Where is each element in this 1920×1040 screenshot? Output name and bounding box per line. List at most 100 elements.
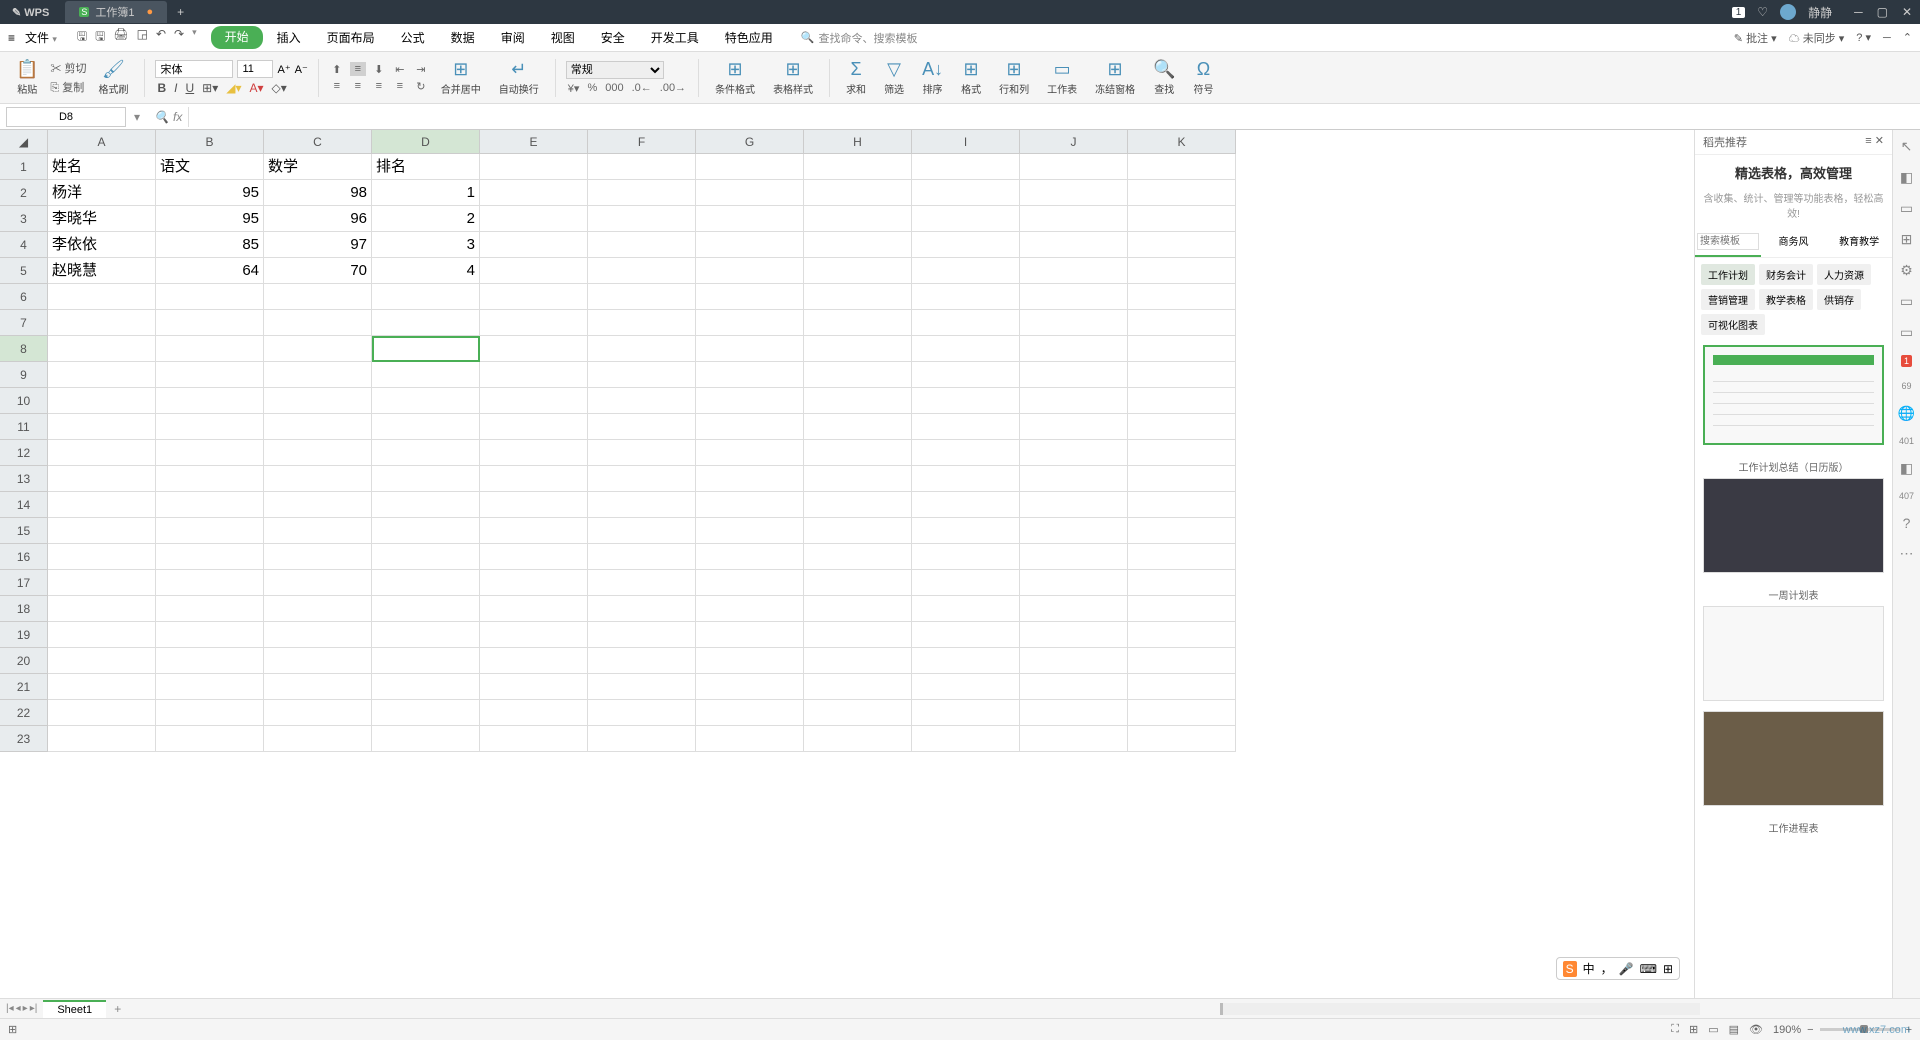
cell-K8[interactable] [1128,336,1236,362]
align-middle-icon[interactable]: ≡ [350,62,366,76]
cell-I23[interactable] [912,726,1020,752]
cell-D8[interactable] [372,336,480,362]
cell-A20[interactable] [48,648,156,674]
row-header-6[interactable]: 6 [0,284,48,310]
row-header-23[interactable]: 23 [0,726,48,752]
cell-F11[interactable] [588,414,696,440]
increase-font-icon[interactable]: A⁺ [277,63,290,76]
cell-F16[interactable] [588,544,696,570]
cell-A15[interactable] [48,518,156,544]
decimal-decr-icon[interactable]: .00→ [658,82,688,94]
cell-K11[interactable] [1128,414,1236,440]
font-color-button[interactable]: A▾ [248,81,266,95]
cell-B5[interactable]: 64 [156,258,264,284]
app-icon[interactable]: ▭ [1900,324,1913,341]
cell-E3[interactable] [480,206,588,232]
cell-H3[interactable] [804,206,912,232]
cell-F5[interactable] [588,258,696,284]
row-header-22[interactable]: 22 [0,700,48,726]
help-icon[interactable]: ? ▾ [1856,31,1871,44]
sort-button[interactable]: A↓排序 [916,57,949,98]
clear-format-button[interactable]: ◇▾ [270,81,289,95]
cell-J11[interactable] [1020,414,1128,440]
cell-I17[interactable] [912,570,1020,596]
row-header-7[interactable]: 7 [0,310,48,336]
cell-J17[interactable] [1020,570,1128,596]
cell-J5[interactable] [1020,258,1128,284]
cell-C1[interactable]: 数学 [264,154,372,180]
format-button[interactable]: ⊞格式 [955,57,987,98]
cell-I11[interactable] [912,414,1020,440]
cell-C19[interactable] [264,622,372,648]
cell-B20[interactable] [156,648,264,674]
cell-J20[interactable] [1020,648,1128,674]
first-sheet-icon[interactable]: |◂ [6,1003,14,1014]
cell-H6[interactable] [804,284,912,310]
template-item[interactable]: 工作计划总结（日历版） [1703,455,1884,573]
cell-E8[interactable] [480,336,588,362]
cell-I4[interactable] [912,232,1020,258]
col-header-C[interactable]: C [264,130,372,154]
sheet-tab[interactable]: Sheet1 [43,1000,106,1018]
cell-C13[interactable] [264,466,372,492]
cell-H7[interactable] [804,310,912,336]
cell-H5[interactable] [804,258,912,284]
cell-E16[interactable] [480,544,588,570]
cell-F12[interactable] [588,440,696,466]
cell-K1[interactable] [1128,154,1236,180]
row-header-16[interactable]: 16 [0,544,48,570]
cell-B12[interactable] [156,440,264,466]
qat-dropdown[interactable]: ▾ [192,27,197,48]
cell-D11[interactable] [372,414,480,440]
percent-icon[interactable]: % [585,82,599,94]
cell-H14[interactable] [804,492,912,518]
cell-C23[interactable] [264,726,372,752]
filter-button[interactable]: ▽筛选 [878,57,910,98]
minimize-ribbon-icon[interactable]: ─ [1883,32,1891,44]
worksheet-button[interactable]: ▭工作表 [1041,57,1083,98]
cell-I10[interactable] [912,388,1020,414]
cell-I2[interactable] [912,180,1020,206]
cell-G4[interactable] [696,232,804,258]
view-normal-icon[interactable]: ⊞ [1689,1023,1698,1036]
cell-E1[interactable] [480,154,588,180]
cell-G13[interactable] [696,466,804,492]
cell-I21[interactable] [912,674,1020,700]
cell-B13[interactable] [156,466,264,492]
name-box[interactable] [6,107,126,127]
cell-F10[interactable] [588,388,696,414]
cell-E6[interactable] [480,284,588,310]
cell-A3[interactable]: 李晓华 [48,206,156,232]
row-header-4[interactable]: 4 [0,232,48,258]
cell-D23[interactable] [372,726,480,752]
tab-devtools[interactable]: 开发工具 [639,26,711,49]
cell-K12[interactable] [1128,440,1236,466]
eye-mode-icon[interactable]: 👁 [1749,1023,1763,1036]
cell-G7[interactable] [696,310,804,336]
add-sheet-button[interactable]: + [106,1002,129,1016]
cell-G11[interactable] [696,414,804,440]
cell-I20[interactable] [912,648,1020,674]
cell-G6[interactable] [696,284,804,310]
tab-insert[interactable]: 插入 [265,26,313,49]
cell-F23[interactable] [588,726,696,752]
save-as-icon[interactable]: 🖫 [95,27,105,48]
col-header-J[interactable]: J [1020,130,1128,154]
cell-H19[interactable] [804,622,912,648]
chip-finance[interactable]: 财务会计 [1759,264,1813,285]
cell-D22[interactable] [372,700,480,726]
template-item[interactable]: 工作进程表 [1703,816,1884,839]
ime-mic-icon[interactable]: 🎤 [1619,962,1634,976]
align-bottom-icon[interactable]: ⬇ [371,62,387,76]
ime-grid-icon[interactable]: ⊞ [1663,962,1673,976]
thousand-icon[interactable]: 000 [603,82,625,94]
close-button[interactable]: ✕ [1902,5,1912,19]
ime-cn[interactable]: 中 [1583,960,1595,977]
cell-E7[interactable] [480,310,588,336]
row-header-5[interactable]: 5 [0,258,48,284]
cell-H1[interactable] [804,154,912,180]
spreadsheet[interactable]: ◢ABCDEFGHIJK1姓名语文数学排名2杨洋959813李晓华959624李… [0,130,1694,998]
cell-K21[interactable] [1128,674,1236,700]
cell-J6[interactable] [1020,284,1128,310]
cell-A4[interactable]: 李依依 [48,232,156,258]
